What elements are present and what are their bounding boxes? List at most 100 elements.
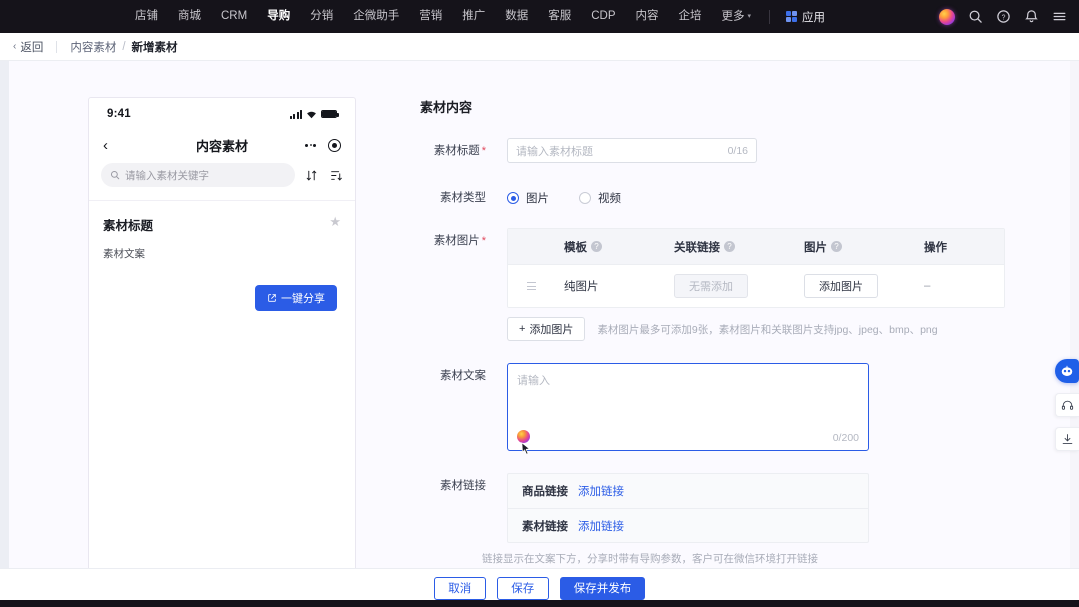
headset-support-icon[interactable] — [1055, 393, 1079, 417]
search-icon[interactable] — [961, 0, 989, 33]
nav-item-label: 推广 — [462, 10, 486, 22]
nav-item-2[interactable]: CRM — [211, 0, 257, 33]
help-icon[interactable]: ? — [989, 0, 1017, 33]
title-label-text: 素材标题 — [433, 145, 480, 157]
breadcrumb-current: 新增素材 — [131, 41, 178, 54]
material-form: 素材内容 素材标题 * 请输入素材标题 0/16 素材类型 图片 视频 素材图片… — [420, 97, 1005, 566]
back-button[interactable]: ‹ 返回 — [13, 39, 43, 55]
nav-item-3-active[interactable]: 导购 — [257, 0, 300, 33]
form-row-images: 素材图片 * 模板 ? 关联链接 ? 图片 ? 操作 纯图片 无需添加 添加图片… — [420, 228, 1005, 341]
add-material-link-button[interactable]: 添加链接 — [578, 518, 624, 534]
robot-assistant-icon[interactable] — [1055, 359, 1079, 383]
nav-divider — [769, 9, 770, 24]
download-icon[interactable] — [1055, 427, 1079, 451]
link-row-product: 商品链接 添加链接 — [508, 474, 868, 508]
bottom-strip — [0, 600, 1079, 607]
radio-option-video[interactable]: 视频 — [579, 190, 621, 206]
nav-item-7[interactable]: 推广 — [452, 0, 495, 33]
nav-item-label: 数据 — [505, 10, 529, 22]
bell-icon[interactable] — [1017, 0, 1045, 33]
top-nav-items: 店铺 商城 CRM 导购 分销 企微助手 营销 推广 数据 客服 CDP 内容 … — [125, 0, 833, 33]
share-button-label: 一键分享 — [281, 293, 325, 305]
menu-icon[interactable] — [1045, 0, 1073, 33]
title-input-placeholder: 请输入素材标题 — [516, 145, 593, 158]
phone-preview: 9:41 ‹ 内容素材 请输入素材关键字 素材标题 ★ 素材文案 一键分享 — [88, 97, 356, 592]
phone-card-title: 素材标题 — [103, 219, 154, 233]
row-template-value: 纯图片 — [564, 281, 599, 293]
share-icon — [268, 294, 276, 302]
nav-item-5[interactable]: 企微助手 — [343, 0, 409, 33]
title-field-label: 素材标题 * — [420, 138, 486, 163]
info-icon[interactable]: ? — [831, 241, 842, 252]
nav-item-12[interactable]: 企培 — [668, 0, 711, 33]
radio-label-video: 视频 — [598, 193, 621, 205]
phone-card-description: 素材文案 — [103, 248, 145, 260]
info-icon[interactable]: ? — [591, 241, 602, 252]
more-dots-icon[interactable] — [305, 143, 316, 147]
phone-nav-actions — [305, 138, 341, 152]
type-field-control: 图片 视频 — [507, 185, 1000, 206]
filter-icon[interactable] — [330, 169, 343, 182]
add-image-button[interactable]: + 添加图片 — [507, 317, 586, 341]
nav-item-11[interactable]: 内容 — [625, 0, 668, 33]
nav-item-label: CRM — [221, 10, 248, 22]
title-field-control: 请输入素材标题 0/16 — [507, 138, 1000, 163]
nav-item-label: 企微助手 — [353, 10, 400, 22]
form-row-links: 素材链接 商品链接 添加链接 素材链接 添加链接 — [420, 473, 1000, 543]
radio-button-selected — [507, 192, 519, 204]
add-image-cell-button[interactable]: 添加图片 — [804, 274, 878, 298]
copy-textarea-counter: 0/200 — [832, 432, 859, 444]
nav-item-more[interactable]: 更多 ▾ — [711, 0, 761, 33]
nav-item-label: 内容 — [635, 10, 659, 22]
nav-item-label: 营销 — [419, 10, 443, 22]
nav-item-4[interactable]: 分销 — [300, 0, 343, 33]
save-button[interactable]: 保存 — [496, 576, 549, 600]
radio-button-unselected — [579, 192, 591, 204]
table-header-link: 关联链接 ? — [664, 239, 794, 255]
ai-orb-icon[interactable] — [933, 0, 961, 33]
link-row-material: 素材链接 添加链接 — [508, 508, 868, 542]
sort-icon[interactable] — [305, 169, 318, 182]
drag-handle-icon — [526, 282, 536, 290]
nav-item-label: 企培 — [678, 10, 702, 22]
signal-icon — [290, 109, 302, 119]
nav-item-9[interactable]: 客服 — [538, 0, 581, 33]
images-field-control: 模板 ? 关联链接 ? 图片 ? 操作 纯图片 无需添加 添加图片 – + 添加… — [507, 228, 1005, 341]
add-image-button-label: 添加图片 — [529, 324, 574, 336]
cancel-button[interactable]: 取消 — [433, 576, 486, 600]
apps-button[interactable]: 应用 — [778, 9, 833, 25]
copy-field-control: 请输入 0/200 — [507, 363, 1000, 455]
wifi-icon — [307, 111, 316, 118]
share-button[interactable]: 一键分享 — [255, 285, 337, 311]
nav-item-label: CDP — [591, 10, 616, 22]
target-icon[interactable] — [328, 138, 341, 152]
breadcrumb-parent-link[interactable]: 内容素材 — [70, 39, 116, 55]
links-field-label: 素材链接 — [440, 480, 486, 492]
nav-item-8[interactable]: 数据 — [495, 0, 538, 33]
chevron-down-icon: ▾ — [747, 12, 751, 20]
material-title-input[interactable]: 请输入素材标题 0/16 — [507, 138, 757, 163]
title-input-counter: 0/16 — [727, 144, 748, 157]
nav-item-1[interactable]: 商城 — [168, 0, 211, 33]
nav-item-0[interactable]: 店铺 — [125, 0, 168, 33]
nav-item-10[interactable]: CDP — [581, 0, 625, 33]
radio-option-image[interactable]: 图片 — [507, 190, 549, 206]
phone-search-placeholder: 请输入素材关键字 — [125, 169, 209, 182]
star-icon[interactable]: ★ — [329, 215, 341, 228]
row-image-cell: 添加图片 — [794, 274, 914, 298]
status-time: 9:41 — [107, 108, 131, 120]
radio-label-image: 图片 — [526, 193, 549, 205]
phone-status-bar: 9:41 — [89, 98, 355, 130]
form-row-copy: 素材文案 请输入 0/200 — [420, 363, 1000, 455]
info-icon[interactable]: ? — [724, 241, 735, 252]
images-label-text: 素材图片 — [433, 235, 480, 247]
row-drag-handle[interactable] — [508, 282, 554, 290]
material-copy-textarea[interactable]: 请输入 0/200 — [507, 363, 869, 455]
table-header-action: 操作 — [924, 241, 947, 254]
status-indicators — [290, 109, 339, 119]
save-and-publish-button[interactable]: 保存并发布 — [559, 576, 646, 600]
breadcrumb-separator: / — [122, 40, 126, 53]
phone-search-input[interactable]: 请输入素材关键字 — [101, 163, 295, 187]
nav-item-6[interactable]: 营销 — [409, 0, 452, 33]
add-product-link-button[interactable]: 添加链接 — [578, 483, 624, 499]
